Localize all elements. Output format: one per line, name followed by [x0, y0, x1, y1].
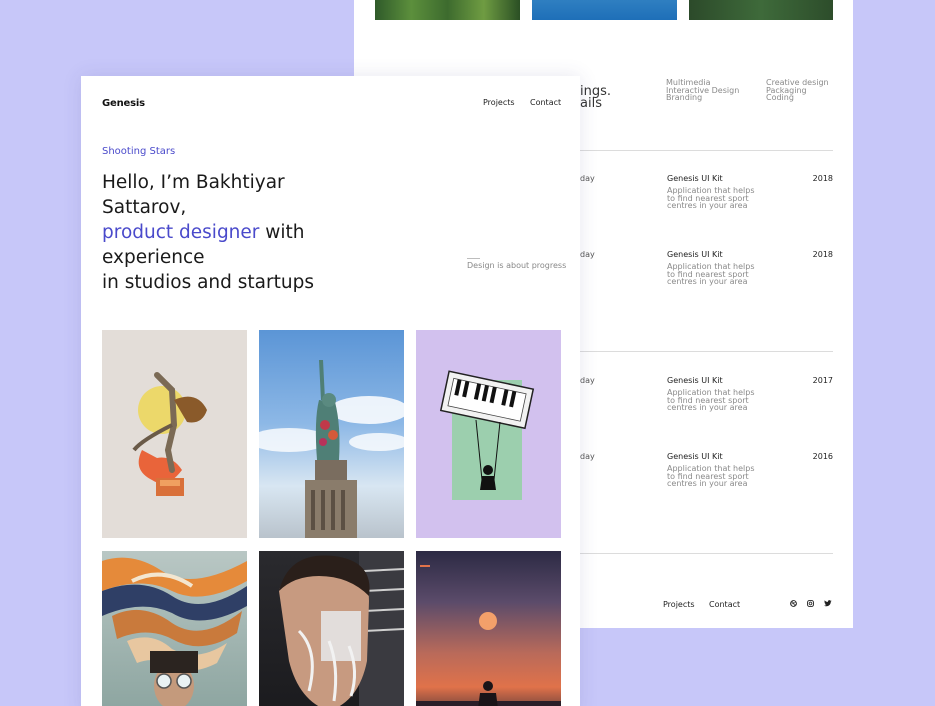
row-year: 2017: [812, 376, 833, 385]
headline-line3: in studios and startups: [102, 272, 314, 293]
row-title[interactable]: Genesis UI Kit: [667, 250, 723, 259]
row-title[interactable]: Genesis UI Kit: [667, 376, 723, 385]
sunset-image[interactable]: [416, 551, 561, 706]
twitter-icon[interactable]: [824, 600, 832, 609]
footer-contact-link[interactable]: Contact: [709, 600, 740, 609]
categories-list-2: Creative design Packaging Coding: [766, 79, 829, 102]
dancer-collage-image[interactable]: [102, 330, 247, 538]
rope-face-portrait-image[interactable]: [259, 551, 404, 706]
tagline: Shooting Stars: [102, 146, 176, 157]
logo[interactable]: Genesis: [102, 98, 145, 109]
instagram-icon[interactable]: [807, 600, 814, 609]
pool-image[interactable]: [532, 0, 677, 20]
forest-image[interactable]: [689, 0, 833, 20]
back-heading-line2: ails: [580, 96, 602, 111]
headline-accent: product designer: [102, 222, 260, 243]
statue-of-liberty-image[interactable]: [259, 330, 404, 538]
wave-portrait-image[interactable]: [102, 551, 247, 706]
nav-contact-link[interactable]: Contact: [530, 98, 561, 107]
row-year: 2018: [812, 174, 833, 183]
divider: [580, 351, 833, 352]
project-row[interactable]: day Genesis UI Kit Application that help…: [580, 174, 833, 234]
headline-line1: Hello, I’m Bakhtiyar Sattarov,: [102, 172, 285, 218]
hero-headline: Hello, I’m Bakhtiyar Sattarov, product d…: [102, 170, 352, 295]
row-title[interactable]: Genesis UI Kit: [667, 452, 723, 461]
project-row[interactable]: day Genesis UI Kit Application that help…: [580, 250, 833, 310]
project-row[interactable]: day Genesis UI Kit Application that help…: [580, 452, 833, 512]
dribbble-icon[interactable]: [790, 600, 797, 609]
row-year: 2016: [812, 452, 833, 461]
row-description: Application that helps to find nearest s…: [667, 464, 755, 488]
row-day: day: [580, 452, 595, 461]
row-year: 2018: [812, 250, 833, 259]
row-day: day: [580, 376, 595, 385]
front-page-card: Genesis Projects Contact Shooting Stars …: [81, 76, 580, 706]
cactus-image[interactable]: [375, 0, 520, 20]
row-day: day: [580, 250, 595, 259]
row-description: Application that helps to find nearest s…: [667, 186, 755, 210]
category-item: Coding: [766, 93, 794, 102]
divider: [580, 553, 833, 554]
project-row[interactable]: day Genesis UI Kit Application that help…: [580, 376, 833, 436]
progress-divider: [467, 258, 480, 259]
row-day: day: [580, 174, 595, 183]
piano-swing-image[interactable]: [416, 330, 561, 538]
row-title[interactable]: Genesis UI Kit: [667, 174, 723, 183]
nav-projects-link[interactable]: Projects: [483, 98, 515, 107]
divider: [580, 150, 833, 151]
row-description: Application that helps to find nearest s…: [667, 388, 755, 412]
categories-list-1: Multimedia Interactive Design Branding: [666, 79, 739, 102]
category-item: Branding: [666, 93, 703, 102]
row-description: Application that helps to find nearest s…: [667, 262, 755, 286]
progress-text: Design is about progress: [467, 261, 567, 270]
footer-projects-link[interactable]: Projects: [663, 600, 695, 609]
